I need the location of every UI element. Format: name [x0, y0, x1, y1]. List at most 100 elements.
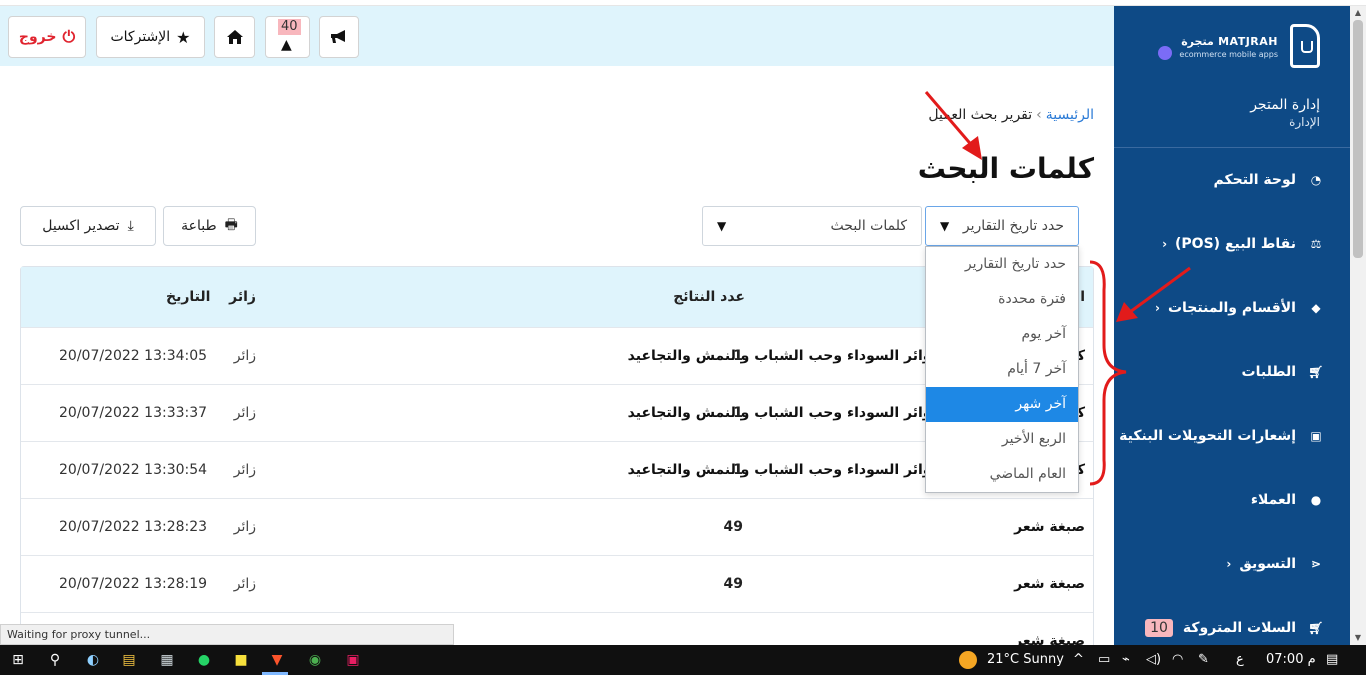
logout-label: خروج — [18, 29, 57, 45]
store-header: إدارة المتجر الإدارة — [1114, 86, 1350, 148]
home-icon — [226, 30, 243, 44]
breadcrumb-separator: › — [1036, 107, 1042, 123]
sidebar-item-bank-transfers[interactable]: ▣ إشعارات التحويلات البنكية — [1114, 404, 1350, 468]
sidebar-item-label: الأقسام والمنتجات — [1167, 300, 1296, 316]
dashboard-icon: ◔ — [1310, 173, 1322, 187]
chevron-icon: ‹ — [1155, 301, 1160, 315]
scroll-up-icon[interactable]: ▲ — [1353, 8, 1363, 18]
notifications-button[interactable]: 40 ▲ — [265, 16, 310, 58]
print-button[interactable]: 🖶︎ طباعة — [163, 206, 256, 246]
pen-icon[interactable]: ✎ — [1198, 652, 1209, 667]
wifi-icon[interactable]: ◠ — [1172, 652, 1183, 667]
brand-name: MATJRAH متجرة — [1181, 35, 1278, 48]
date-option-last-day[interactable]: آخر يوم — [926, 317, 1078, 352]
scale-icon: ⚖ — [1310, 237, 1322, 251]
notification-center-icon[interactable]: ▤ — [1326, 652, 1338, 667]
sidebar-item-pos[interactable]: ⚖ نقاط البيع (POS) ‹ — [1114, 212, 1350, 276]
export-label: تصدير اكسيل — [42, 218, 120, 234]
keyword-select-value: كلمات البحث — [830, 218, 907, 234]
report-date-select[interactable]: حدد تاريخ التقارير ▼ — [925, 206, 1079, 246]
row-keyword: صبغة شعر — [1014, 519, 1085, 535]
store-subtitle: الإدارة — [1289, 115, 1320, 129]
arrow-to-title — [924, 91, 982, 160]
row-visitor: زائر — [233, 405, 256, 421]
top-bar: خروج ⏻ الإشتركات ★ 40 ▲ — [0, 6, 1114, 66]
app-p-icon[interactable]: ▣ — [344, 651, 362, 669]
money-icon: ▣ — [1310, 429, 1322, 443]
brave-browser-icon[interactable]: ▼ — [268, 651, 286, 669]
network-off-icon[interactable]: ⌁ — [1122, 652, 1130, 667]
weather-sun-icon — [959, 651, 977, 669]
date-option-last-quarter[interactable]: الربع الأخير — [926, 422, 1078, 457]
breadcrumb-home-link[interactable]: الرئيسية — [1046, 107, 1094, 123]
notifications-count: 40 — [278, 19, 301, 35]
brand: MATJRAH متجرة ecommerce mobile apps — [1114, 6, 1350, 86]
date-option-last-year[interactable]: العام الماضي — [926, 457, 1078, 492]
clock[interactable]: 07:00 م — [1266, 652, 1316, 667]
date-option-custom-range[interactable]: فترة محددة — [926, 282, 1078, 317]
sidebar-item-label: نقاط البيع (POS) — [1175, 236, 1296, 252]
tag-icon: ◆ — [1311, 301, 1321, 315]
sidebar-item-label: السلات المتروكة — [1182, 620, 1296, 636]
abandoned-carts-badge: 10 — [1145, 619, 1173, 637]
date-option-last-7-days[interactable]: آخر 7 أيام — [926, 352, 1078, 387]
scroll-thumb[interactable] — [1353, 20, 1363, 258]
windows-start-icon[interactable]: ⊞ — [9, 651, 27, 669]
print-label: طباعة — [181, 218, 217, 234]
home-button[interactable] — [214, 16, 255, 58]
chrome-icon[interactable]: ◉ — [306, 651, 324, 669]
sidebar-item-customers[interactable]: ● العملاء — [1114, 468, 1350, 532]
export-excel-button[interactable]: ⤓ تصدير اكسيل — [20, 206, 156, 246]
file-explorer-icon[interactable]: ▤ — [120, 651, 138, 669]
row-date: 13:28:19 20/07/2022 — [59, 576, 208, 592]
subscriptions-button[interactable]: الإشتركات ★ — [96, 16, 205, 58]
chevron-icon: ‹ — [1226, 557, 1232, 571]
sidebar-item-label: الطلبات — [1241, 364, 1296, 380]
logout-button[interactable]: خروج ⏻ — [8, 16, 86, 58]
row-date: 13:33:37 20/07/2022 — [59, 405, 208, 421]
report-date-dropdown: حدد تاريخ التقارير فترة محددة آخر يوم آخ… — [925, 246, 1079, 493]
weather-text[interactable]: 21°C Sunny — [987, 652, 1064, 667]
report-date-select-value: حدد تاريخ التقارير — [962, 218, 1064, 234]
brand-tagline: ecommerce mobile apps — [1179, 50, 1278, 59]
language-indicator[interactable]: ع — [1236, 652, 1244, 667]
megaphone-icon — [331, 30, 345, 43]
calculator-icon[interactable]: ▦ — [158, 651, 176, 669]
whatsapp-icon[interactable]: ● — [195, 651, 213, 669]
sidebar-item-dashboard[interactable]: ◔ لوحة التحكم — [1114, 148, 1350, 212]
page-scrollbar[interactable]: ▲ ▼ — [1350, 6, 1366, 645]
chevron-up-icon[interactable]: ^ — [1073, 652, 1084, 667]
sidebar-item-marketing[interactable]: ⋖ التسويق ‹ — [1114, 532, 1350, 596]
table-row[interactable]: صبغة شعر 49 زائر 13:28:19 20/07/2022 — [21, 555, 1093, 612]
row-visitor: زائر — [233, 519, 256, 535]
announcements-button[interactable] — [319, 16, 359, 58]
sidebar-item-categories-products[interactable]: ◆ الأقسام والمنتجات ‹ — [1114, 276, 1350, 340]
weather-app-icon[interactable]: ◐ — [84, 651, 102, 669]
table-row[interactable]: صبغة شعر 49 زائر 13:28:23 20/07/2022 — [21, 498, 1093, 555]
row-keyword: صبغة شعر — [1014, 576, 1085, 592]
date-option-select[interactable]: حدد تاريخ التقارير — [926, 247, 1078, 282]
caret-down-icon: ▼ — [940, 219, 950, 233]
row-date: 13:30:54 20/07/2022 — [59, 462, 208, 478]
subscriptions-label: الإشتركات — [110, 29, 171, 45]
sidebar-item-label: لوحة التحكم — [1213, 172, 1296, 188]
cart-icon: 🛒︎ — [1308, 621, 1324, 635]
scroll-down-icon[interactable]: ▼ — [1353, 633, 1363, 643]
printer-icon: 🖶︎ — [224, 217, 238, 233]
chevron-icon: ‹ — [1162, 237, 1168, 251]
sidebar-item-orders[interactable]: 🛒︎ الطلبات — [1114, 340, 1350, 404]
star-icon: ★ — [176, 27, 191, 47]
date-option-last-month[interactable]: آخر شهر — [926, 387, 1078, 422]
search-icon[interactable]: ⚲ — [46, 651, 64, 669]
share-icon: ⋖ — [1310, 557, 1322, 571]
browser-status-text: Waiting for proxy tunnel... — [0, 624, 454, 645]
store-title: إدارة المتجر — [1250, 97, 1320, 113]
row-visitor: زائر — [233, 348, 256, 364]
sticky-notes-icon[interactable]: ■ — [232, 651, 250, 669]
keyword-select[interactable]: كلمات البحث ▼ — [702, 206, 922, 246]
power-icon: ⏻ — [62, 27, 76, 46]
battery-icon[interactable]: ▭ — [1098, 652, 1110, 667]
row-visitor: زائر — [233, 576, 256, 592]
volume-icon[interactable]: ◁) — [1146, 652, 1161, 667]
bell-icon: ▲ — [281, 37, 292, 53]
